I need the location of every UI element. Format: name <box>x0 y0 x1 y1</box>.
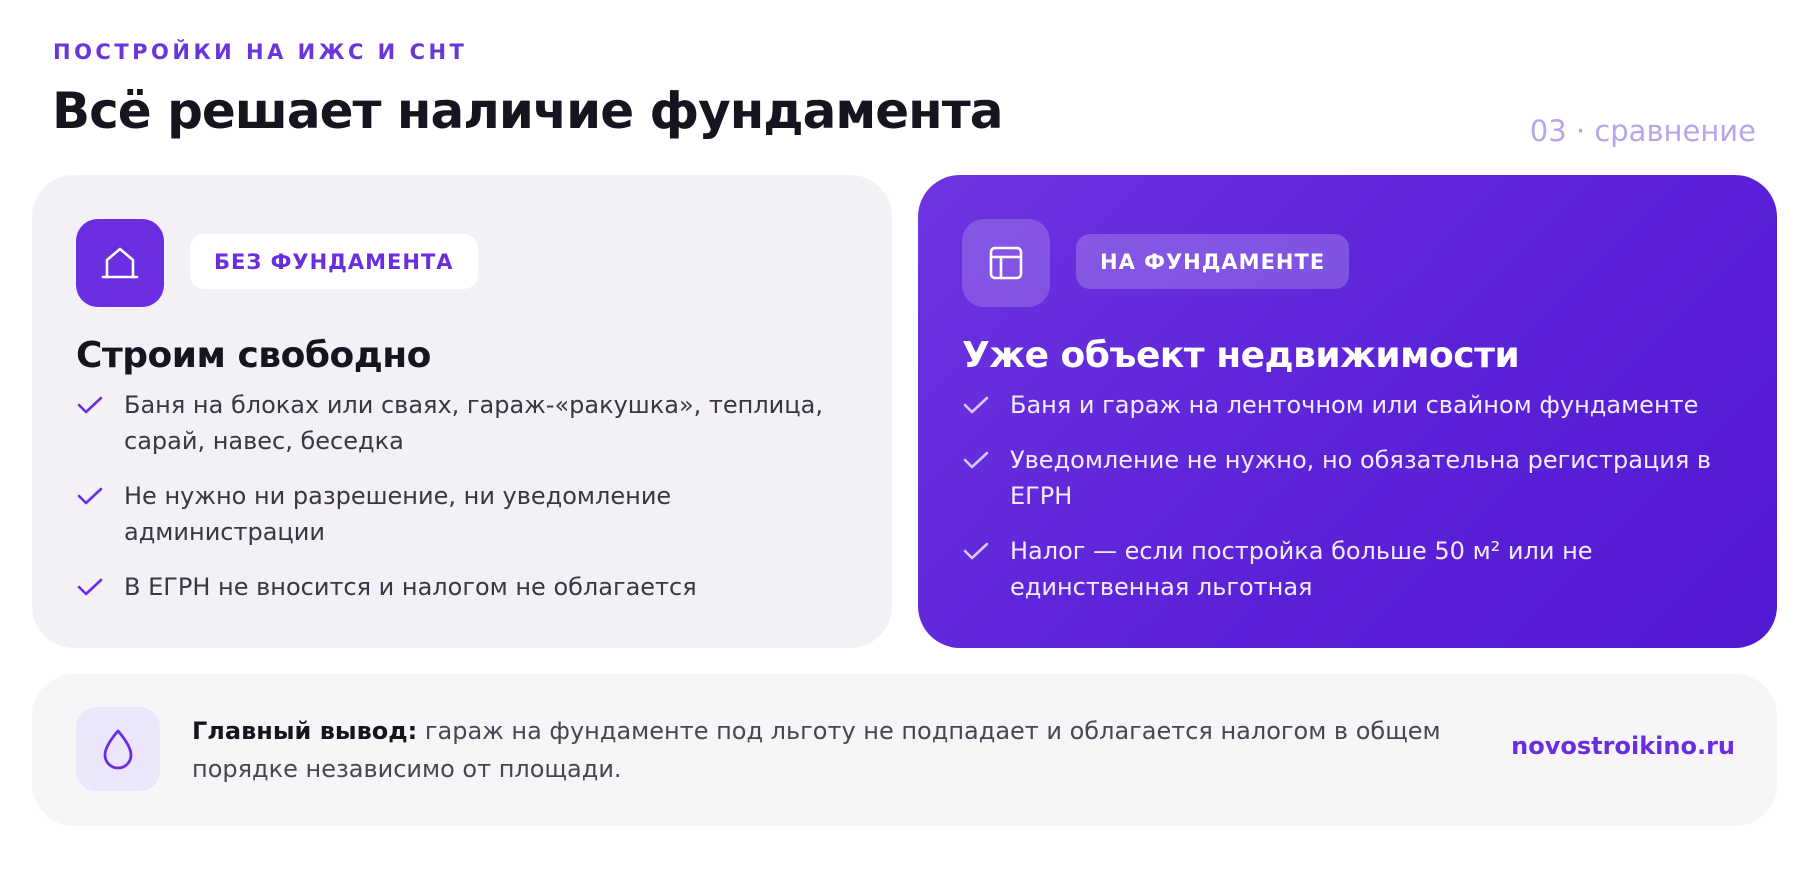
card-on-foundation: НА ФУНДАМЕНТЕ Уже объект недвижимости Ба… <box>918 175 1777 648</box>
card-without-foundation: БЕЗ ФУНДАМЕНТА Строим свободно Баня на б… <box>32 175 892 648</box>
card-tag: БЕЗ ФУНДАМЕНТА <box>190 234 478 289</box>
check-icon <box>77 487 103 505</box>
list-item: В ЕГРН не вносится и налогом не облагает… <box>76 569 852 605</box>
list-item-text: Уведомление не нужно, но обязательна рег… <box>1010 446 1712 510</box>
list-item-text: Налог — если постройка больше 50 м² или … <box>1010 537 1593 601</box>
bullet-list: Баня и гараж на ленточном или свайном фу… <box>962 387 1737 624</box>
page-marker: 03 · сравнение <box>1529 114 1756 148</box>
list-item-text: В ЕГРН не вносится и налогом не облагает… <box>124 573 697 601</box>
list-item: Баня и гараж на ленточном или свайном фу… <box>962 387 1737 423</box>
list-item: Уведомление не нужно, но обязательна рег… <box>962 442 1737 514</box>
check-icon <box>77 578 103 596</box>
summary-label: Главный вывод: <box>192 717 418 745</box>
card-heading: Строим свободно <box>76 335 431 376</box>
list-item: Баня на блоках или сваях, гараж-«ракушка… <box>76 387 852 459</box>
list-item: Налог — если постройка больше 50 м² или … <box>962 533 1737 605</box>
check-icon <box>963 451 989 469</box>
layout-icon <box>962 219 1050 307</box>
check-icon <box>963 396 989 414</box>
summary-panel: Главный вывод: гараж на фундаменте под л… <box>32 674 1777 826</box>
droplet-icon <box>76 707 160 791</box>
page-title: Всё решает наличие фундамента <box>52 82 1003 140</box>
card-tag: НА ФУНДАМЕНТЕ <box>1076 234 1350 289</box>
check-icon <box>963 542 989 560</box>
check-icon <box>77 396 103 414</box>
list-item-text: Не нужно ни разрешение, ни уведомление а… <box>124 482 672 546</box>
list-item-text: Баня на блоках или сваях, гараж-«ракушка… <box>124 391 823 455</box>
list-item-text: Баня и гараж на ленточном или свайном фу… <box>1010 391 1699 419</box>
house-icon <box>76 219 164 307</box>
summary-text: Главный вывод: гараж на фундаменте под л… <box>192 712 1462 788</box>
card-heading: Уже объект недвижимости <box>962 335 1520 376</box>
list-item: Не нужно ни разрешение, ни уведомление а… <box>76 478 852 550</box>
site-link[interactable]: novostroikino.ru <box>1511 732 1735 760</box>
eyebrow: ПОСТРОЙКИ НА ИЖС И СНТ <box>53 40 468 64</box>
bullet-list: Баня на блоках или сваях, гараж-«ракушка… <box>76 387 852 624</box>
